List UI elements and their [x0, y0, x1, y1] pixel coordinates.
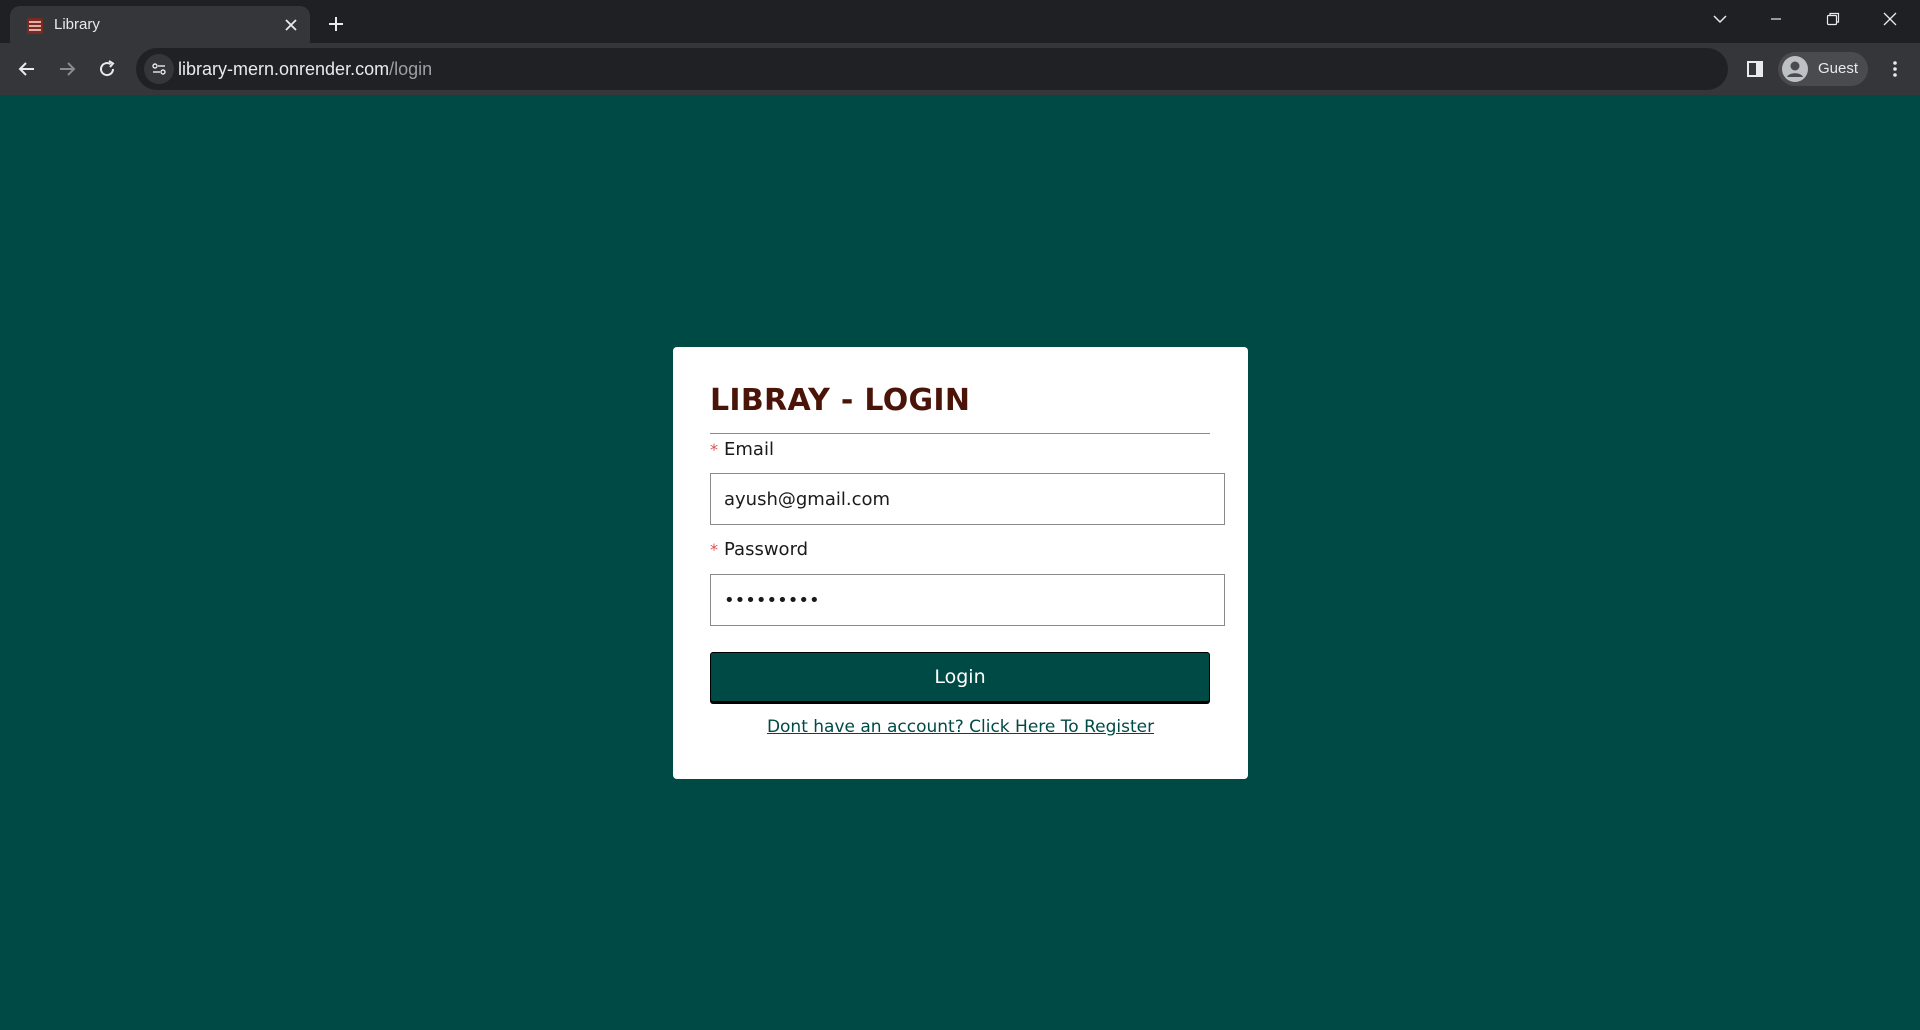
browser-tab-bar: Library: [0, 0, 1920, 43]
password-label-text: Password: [724, 539, 809, 560]
browser-tab[interactable]: Library: [10, 6, 310, 43]
profile-button[interactable]: Guest: [1778, 52, 1868, 86]
browser-menu-button[interactable]: [1880, 53, 1910, 85]
site-info-button[interactable]: [144, 54, 174, 84]
reload-icon: [100, 60, 115, 77]
password-label: * Password: [710, 539, 808, 560]
register-link[interactable]: Dont have an account? Click Here To Regi…: [673, 717, 1248, 737]
required-marker: *: [710, 540, 718, 559]
url-text: library-mern.onrender.com/login: [178, 59, 432, 80]
profile-name: Guest: [1818, 60, 1859, 77]
plus-icon: [329, 17, 343, 31]
minimize-icon: [1771, 18, 1781, 20]
email-label-text: Email: [724, 439, 774, 460]
required-marker: *: [710, 440, 718, 459]
more-vert-icon: [1893, 61, 1897, 77]
login-card: LIBRAY - LOGIN * Email * Password Login Do…: [673, 347, 1248, 779]
tab-title: Library: [54, 16, 100, 33]
url-host: library-mern.onrender.com: [178, 59, 390, 79]
page-title: LIBRAY - LOGIN: [710, 383, 971, 418]
arrow-left-icon: [18, 62, 34, 76]
restore-button[interactable]: [1813, 4, 1853, 34]
close-icon: [1883, 12, 1897, 26]
chevron-down-icon: [1713, 15, 1727, 24]
new-tab-button[interactable]: [322, 10, 350, 38]
library-favicon-icon: [27, 18, 43, 34]
tune-icon: [152, 63, 166, 75]
login-button[interactable]: Login: [710, 652, 1210, 702]
minimize-button[interactable]: [1756, 4, 1796, 34]
arrow-right-icon: [60, 62, 76, 76]
reload-button[interactable]: [91, 53, 123, 85]
close-icon: [285, 19, 297, 31]
address-bar[interactable]: library-mern.onrender.com/login: [136, 48, 1728, 90]
tab-search-button[interactable]: [1700, 4, 1740, 34]
browser-toolbar: library-mern.onrender.com/login Guest: [0, 43, 1920, 95]
side-panel-button[interactable]: [1740, 53, 1770, 85]
email-field[interactable]: [710, 473, 1225, 525]
side-panel-icon: [1747, 61, 1763, 77]
back-button[interactable]: [11, 53, 43, 85]
password-field[interactable]: [710, 574, 1225, 626]
tab-close-button[interactable]: [280, 14, 302, 36]
email-label: * Email: [710, 439, 774, 460]
title-divider: [710, 433, 1210, 434]
avatar-icon: [1782, 56, 1808, 82]
restore-icon: [1826, 12, 1840, 26]
url-path: /login: [389, 59, 433, 79]
close-window-button[interactable]: [1870, 4, 1910, 34]
forward-button[interactable]: [51, 53, 83, 85]
